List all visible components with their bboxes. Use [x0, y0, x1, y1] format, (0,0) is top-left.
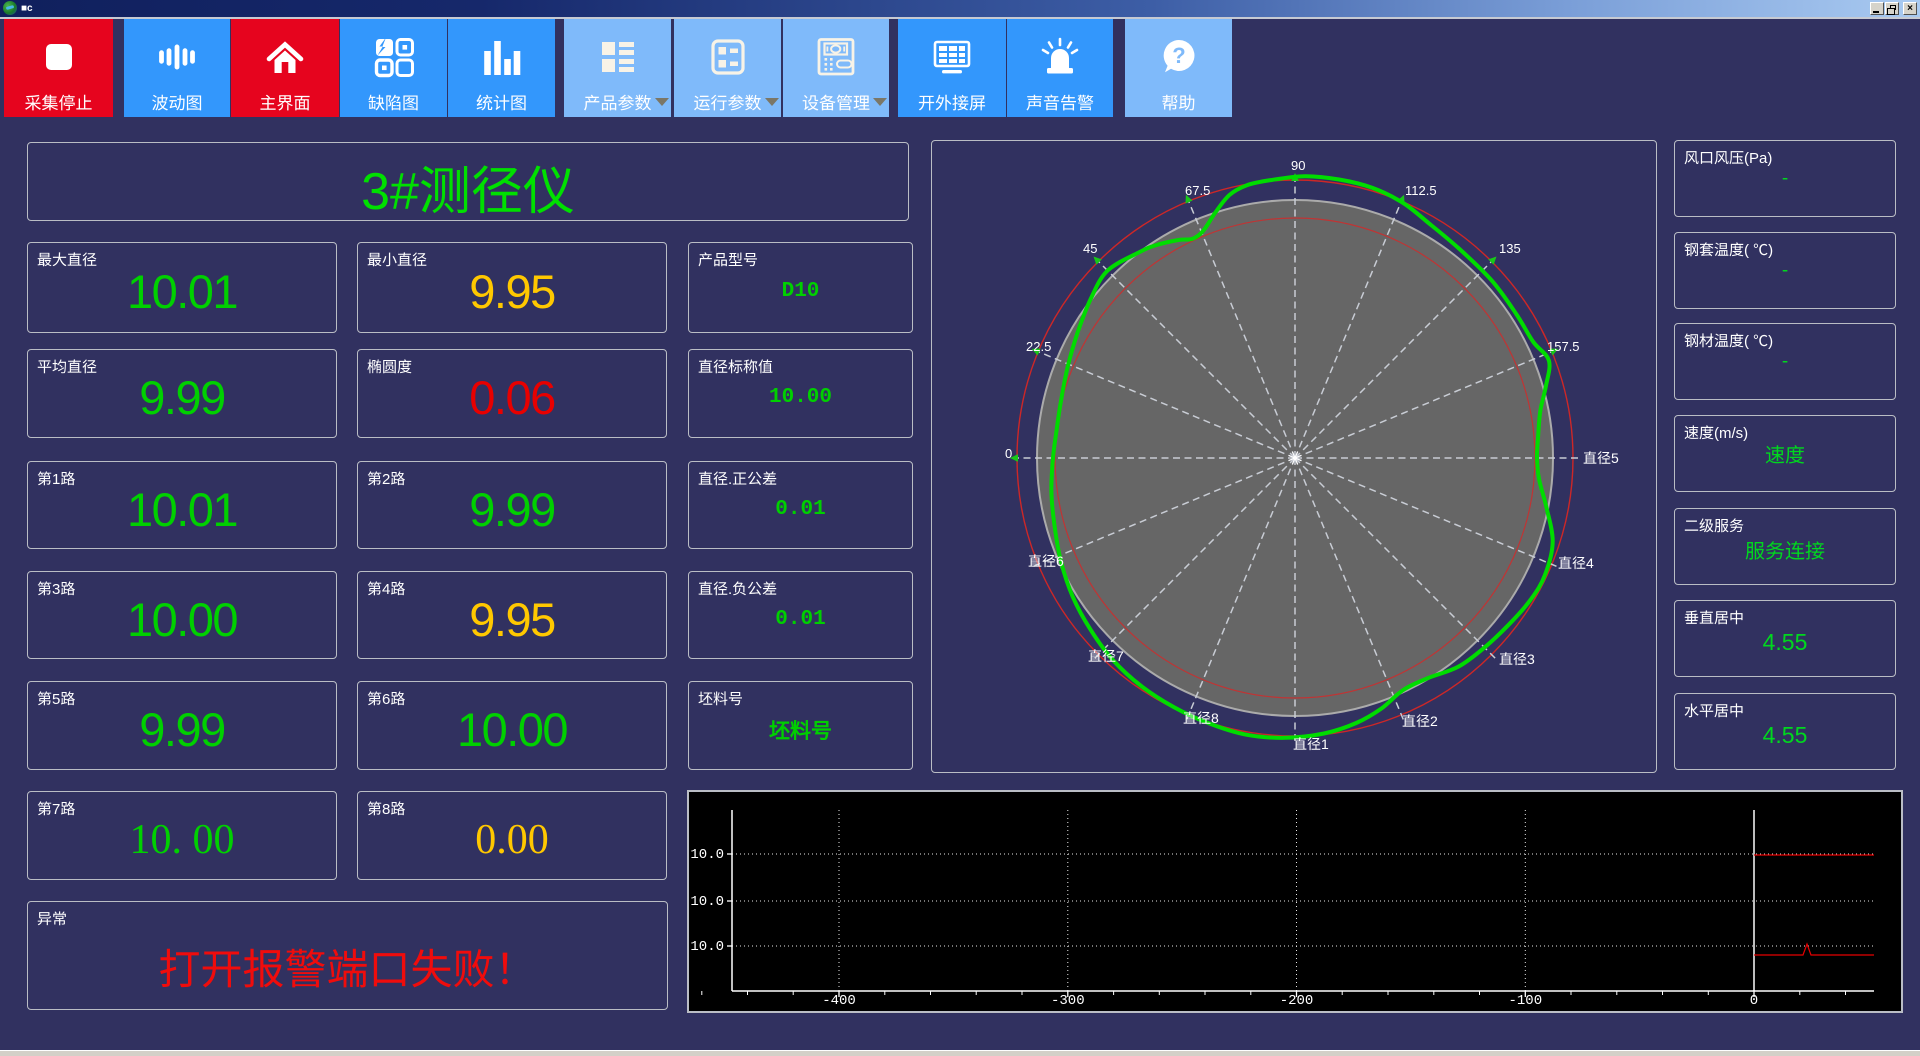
svg-text:112.5: 112.5 — [1405, 183, 1437, 198]
svg-text:0: 0 — [1005, 446, 1012, 461]
svg-text:-100: -100 — [1508, 993, 1542, 1009]
svg-text:-200: -200 — [1280, 993, 1314, 1009]
svg-text:直径4: 直径4 — [1558, 555, 1594, 571]
svg-text:直径8: 直径8 — [1183, 710, 1219, 726]
svg-text:10.0: 10.0 — [690, 847, 724, 863]
svg-text:直径3: 直径3 — [1499, 651, 1535, 667]
svg-text:直径2: 直径2 — [1402, 713, 1438, 729]
svg-text:-300: -300 — [1051, 993, 1085, 1009]
svg-text:直径5: 直径5 — [1583, 450, 1619, 466]
svg-text:直径1: 直径1 — [1293, 736, 1329, 752]
svg-text:22.5: 22.5 — [1026, 339, 1051, 354]
svg-text:10.0: 10.0 — [690, 939, 724, 955]
svg-text:直径6: 直径6 — [1028, 553, 1064, 569]
svg-text:?: ? — [1172, 43, 1185, 68]
svg-text:90: 90 — [1291, 158, 1305, 173]
svg-text:135: 135 — [1499, 241, 1521, 256]
svg-text:10.0: 10.0 — [690, 894, 724, 910]
svg-text:67.5: 67.5 — [1185, 183, 1210, 198]
svg-text:45: 45 — [1083, 241, 1097, 256]
svg-text:-400: -400 — [822, 993, 856, 1009]
svg-text:直径7: 直径7 — [1088, 648, 1124, 664]
svg-text:157.5: 157.5 — [1547, 339, 1580, 354]
svg-text:0: 0 — [1750, 993, 1758, 1009]
